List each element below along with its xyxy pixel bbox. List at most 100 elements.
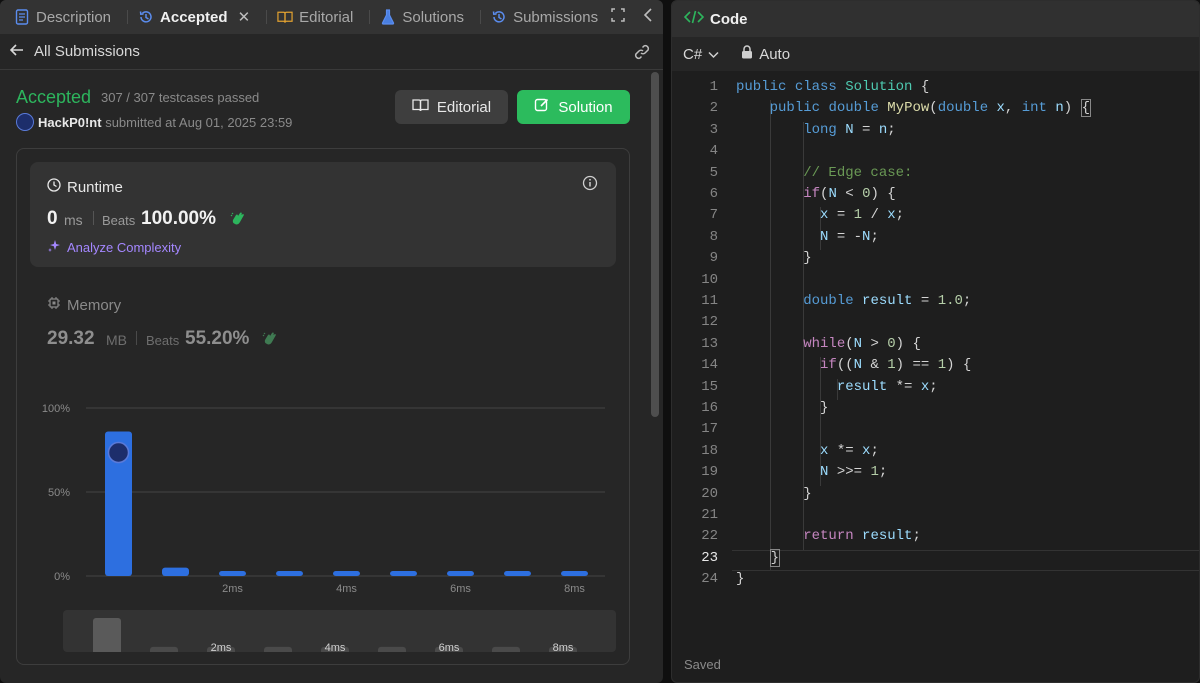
runtime-box[interactable]: Runtime 0 ms Beats 100.00% Analyze Compl… (30, 162, 616, 267)
code-line[interactable]: 6 if(N < 0) { (672, 186, 1199, 207)
tab-description[interactable]: Description (12, 0, 119, 34)
mini-tick-label: 4ms (325, 642, 346, 652)
code-editor[interactable]: 1 public class Solution {2 public double … (672, 79, 1199, 599)
memory-title[interactable]: Memory (47, 296, 121, 314)
line-number: 8 (709, 228, 718, 245)
back-arrow-icon[interactable] (9, 43, 24, 60)
line-number: 4 (709, 143, 718, 160)
history-icon (138, 9, 154, 25)
code-line[interactable]: 16 } (672, 400, 1199, 421)
code-line[interactable]: 23 } (672, 548, 1199, 571)
code-line[interactable]: 12 (672, 314, 1199, 335)
line-number: 6 (709, 186, 718, 202)
username[interactable]: HackP0!nt (38, 115, 102, 130)
info-icon[interactable] (582, 175, 598, 196)
code-line[interactable]: 17 (672, 421, 1199, 442)
line-number: 17 (701, 421, 718, 438)
maximize-icon[interactable] (611, 7, 625, 27)
avatar[interactable] (16, 113, 34, 131)
tab-label: Editorial (299, 8, 354, 26)
scrollbar[interactable] (651, 72, 659, 417)
code-line[interactable]: 2 public double MyPow(double x, int n) { (672, 99, 1199, 121)
code-text: double result = 1.0; (803, 293, 972, 309)
clap-icon (229, 210, 247, 233)
y-tick-label: 100% (42, 403, 70, 415)
code-line[interactable]: 10 (672, 272, 1199, 293)
chart-bar (447, 570, 474, 576)
editorial-button[interactable]: Editorial (395, 90, 508, 124)
tab-accepted[interactable]: Accepted ✕ (136, 0, 258, 34)
code-line[interactable]: 8 N = -N; (672, 228, 1199, 250)
code-line[interactable]: 13 while(N > 0) { (672, 335, 1199, 357)
divider (136, 331, 137, 345)
runtime-value: 0 (47, 208, 58, 229)
app-root: Description Accepted ✕ Editorial Solutio… (0, 0, 1200, 683)
submitted-time: submitted at Aug 01, 2025 23:59 (105, 115, 293, 130)
line-number: 3 (709, 121, 718, 138)
code-panel: Code C# Auto 1 public class Solution {2 p… (671, 0, 1200, 683)
distribution-navigator[interactable]: 2ms 4ms 6ms 8ms (63, 610, 616, 652)
analyze-complexity-link[interactable]: Analyze Complexity (47, 239, 181, 256)
code-line[interactable]: 7 x = 1 / x; (672, 207, 1199, 228)
code-line[interactable]: 15 result *= x; (672, 379, 1199, 400)
code-line[interactable]: 22 return result; (672, 528, 1199, 549)
runtime-beats-label: Beats (102, 213, 136, 228)
code-text: if(N < 0) { (803, 186, 896, 202)
auto-mode[interactable]: Auto (741, 45, 790, 63)
language-select[interactable]: C# (683, 46, 719, 63)
code-line[interactable]: 11 double result = 1.0; (672, 293, 1199, 314)
all-submissions-link[interactable]: All Submissions (34, 43, 140, 60)
tab-label: Solutions (402, 8, 465, 26)
submission-status: Accepted (16, 87, 92, 107)
collapse-icon[interactable] (643, 7, 653, 27)
history-icon (491, 9, 507, 25)
chart-bar (561, 570, 588, 576)
code-icon (683, 10, 705, 28)
link-icon[interactable] (633, 43, 651, 65)
chart-bar (219, 570, 246, 576)
code-line[interactable]: 14 if((N & 1) == 1) { (672, 357, 1199, 378)
tab-submissions[interactable]: Submissions (489, 0, 606, 34)
line-number: 21 (701, 507, 718, 523)
chip-icon (47, 296, 61, 314)
runtime-title-label: Runtime (67, 178, 123, 196)
tab-label: Submissions (513, 8, 599, 26)
close-icon[interactable]: ✕ (238, 8, 251, 26)
tab-solutions[interactable]: Solutions (378, 0, 472, 34)
testcases-passed: 307 / 307 testcases passed (101, 90, 260, 105)
code-line[interactable]: 1 public class Solution { (672, 79, 1199, 100)
tab-bar-actions (611, 0, 653, 34)
tab-divider (266, 10, 268, 24)
x-tick-label: 4ms (336, 583, 357, 595)
code-text: } (769, 548, 781, 567)
code-line[interactable]: 3 long N = n; (672, 121, 1199, 143)
avatar-marker (107, 441, 130, 464)
code-text: while(N > 0) { (803, 335, 921, 352)
code-text: } (736, 571, 745, 588)
code-title: Code (710, 10, 748, 28)
code-text: public double MyPow(double x, int n) { (769, 99, 1091, 118)
code-line[interactable]: 5 // Edge case: (672, 165, 1199, 186)
solution-button[interactable]: Solution (517, 90, 630, 124)
code-line[interactable]: 18 x *= x; (672, 443, 1199, 464)
lock-icon (741, 45, 753, 63)
code-text: } (736, 250, 812, 267)
clap-icon (261, 330, 279, 353)
code-line[interactable]: 20 } (672, 486, 1199, 507)
edit-icon (534, 97, 550, 117)
language-label: C# (683, 45, 703, 63)
memory-unit: MB (106, 332, 127, 348)
code-line[interactable]: 24} (672, 571, 1199, 592)
code-line[interactable]: 9 } (672, 250, 1199, 271)
code-text: long N = n; (803, 121, 896, 138)
mini-tick-label: 6ms (439, 642, 460, 652)
runtime-distribution-chart[interactable]: 100% 50% 0% 2ms 4ms 6ms 8ms (30, 395, 620, 605)
runtime-title: Runtime (47, 178, 123, 196)
y-tick-label: 0% (54, 571, 70, 583)
tab-divider (369, 10, 371, 24)
tab-editorial[interactable]: Editorial (275, 0, 361, 34)
code-line[interactable]: 19 N >>= 1; (672, 464, 1199, 485)
code-line[interactable]: 21 (672, 507, 1199, 528)
tab-bar: Description Accepted ✕ Editorial Solutio… (0, 0, 663, 34)
code-line[interactable]: 4 (672, 143, 1199, 164)
